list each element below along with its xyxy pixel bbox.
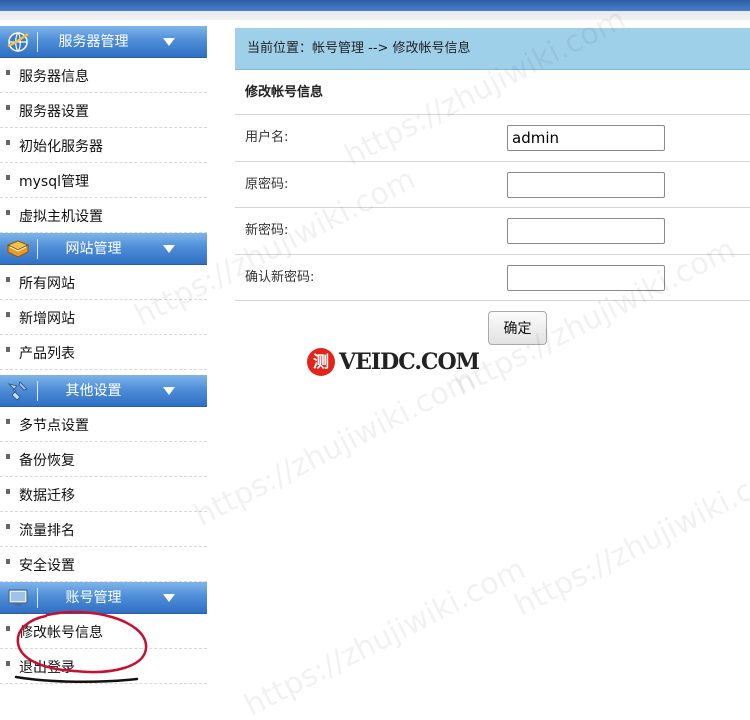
sidebar-item-label: 修改帐号信息 xyxy=(19,625,103,641)
old-password-input[interactable] xyxy=(507,171,665,198)
header-separator xyxy=(37,381,38,401)
header-separator xyxy=(37,239,38,259)
sidebar-item-label: 服务器信息 xyxy=(19,69,89,85)
username-input[interactable] xyxy=(507,125,665,151)
sidebar-item-label: 安全设置 xyxy=(19,558,75,574)
sidebar-item-label: 虚拟主机设置 xyxy=(19,209,103,225)
sidebar-item-edit-account[interactable]: 修改帐号信息 xyxy=(0,614,207,649)
sidebar-item-multi-node[interactable]: 多节点设置 xyxy=(0,407,207,442)
new-password-label: 新密码: xyxy=(245,223,289,238)
section-title: 网站管理 xyxy=(65,241,122,257)
bullet-icon xyxy=(6,559,10,564)
sidebar-item-label: 多节点设置 xyxy=(19,418,89,434)
sidebar-item-backup-restore[interactable]: 备份恢复 xyxy=(0,442,207,477)
sidebar-item-label: 产品列表 xyxy=(19,346,75,362)
bullet-icon xyxy=(6,140,10,145)
chevron-down-icon[interactable] xyxy=(163,594,175,602)
bullet-icon xyxy=(6,489,10,494)
sidebar-item-server-info[interactable]: 服务器信息 xyxy=(0,58,207,93)
sidebar-item-all-sites[interactable]: 所有网站 xyxy=(0,265,207,300)
bullet-icon xyxy=(6,454,10,459)
sidebar-item-label: 备份恢复 xyxy=(19,453,75,469)
sidebar-item-traffic-ranking[interactable]: 流量排名 xyxy=(0,512,207,547)
sidebar-item-product-list[interactable]: 产品列表 xyxy=(0,335,207,370)
section-header-other-settings[interactable]: 其他设置 xyxy=(0,375,207,407)
sidebar-item-init-server[interactable]: 初始化服务器 xyxy=(0,128,207,163)
bullet-icon xyxy=(6,524,10,529)
monitor-icon xyxy=(6,586,30,610)
confirm-password-input[interactable] xyxy=(507,264,665,291)
sidebar: 服务器管理 服务器信息 服务器设置 初始化服务器 mysql管理 虚拟主机设置 … xyxy=(0,26,207,684)
sidebar-item-label: 流量排名 xyxy=(19,523,75,539)
header-separator xyxy=(37,588,38,608)
server-globe-icon xyxy=(6,30,30,54)
sidebar-item-server-settings[interactable]: 服务器设置 xyxy=(0,93,207,128)
old-password-label: 原密码: xyxy=(245,176,289,192)
confirm-button[interactable]: 确定 xyxy=(488,311,547,345)
chevron-down-icon[interactable] xyxy=(163,245,175,253)
bullet-icon xyxy=(6,347,10,352)
form-row-username: 用户名: xyxy=(235,115,750,162)
sidebar-item-logout[interactable]: 退出登录 xyxy=(0,649,207,684)
bullet-icon xyxy=(6,70,10,75)
bullet-icon xyxy=(6,626,10,631)
section-header-server-management[interactable]: 服务器管理 xyxy=(0,26,207,58)
bullet-icon xyxy=(6,661,10,666)
sidebar-item-add-site[interactable]: 新增网站 xyxy=(0,300,207,335)
sidebar-item-mysql[interactable]: mysql管理 xyxy=(0,163,207,198)
section-header-account-management[interactable]: 账号管理 xyxy=(0,582,207,614)
chevron-down-icon[interactable] xyxy=(163,38,175,46)
header-separator xyxy=(37,32,38,52)
sidebar-item-label: 退出登录 xyxy=(19,660,75,676)
bullet-icon xyxy=(6,277,10,282)
bullet-icon xyxy=(6,175,10,180)
veidc-logo: 测 VEIDC.COM xyxy=(307,345,480,379)
sidebar-item-label: 数据迁移 xyxy=(19,488,75,504)
bullet-icon xyxy=(6,105,10,110)
form-row-confirm-password: 确认新密码: xyxy=(235,255,750,301)
new-password-input[interactable] xyxy=(507,218,665,244)
section-title: 其他设置 xyxy=(65,383,122,399)
tools-icon xyxy=(6,379,30,403)
bullet-icon xyxy=(6,312,10,317)
form-row-old-password: 原密码: xyxy=(235,162,750,208)
logo-badge: 测 xyxy=(307,348,335,376)
main-content: 当前位置：帐号管理 --> 修改帐号信息 修改帐号信息 用户名: 原密码: 新密… xyxy=(235,28,750,359)
section-title: 服务器管理 xyxy=(58,34,129,50)
chevron-down-icon[interactable] xyxy=(163,387,175,395)
form-title: 修改帐号信息 xyxy=(235,70,750,115)
top-banner-strip xyxy=(0,0,750,20)
section-title: 账号管理 xyxy=(65,590,122,606)
section-header-site-management[interactable]: 网站管理 xyxy=(0,233,207,265)
form-row-new-password: 新密码: xyxy=(235,208,750,255)
confirm-password-label: 确认新密码: xyxy=(245,269,315,285)
username-label: 用户名: xyxy=(245,130,289,145)
sidebar-item-label: 服务器设置 xyxy=(19,104,89,120)
sidebar-item-label: 新增网站 xyxy=(19,311,75,327)
sidebar-item-vhost-settings[interactable]: 虚拟主机设置 xyxy=(0,198,207,233)
sidebar-item-label: 所有网站 xyxy=(19,276,75,292)
logo-text: VEIDC.COM xyxy=(339,349,480,375)
sidebar-item-label: mysql管理 xyxy=(19,174,89,190)
book-icon xyxy=(6,237,30,261)
bullet-icon xyxy=(6,419,10,424)
watermark-text: https://zhujiwiki.com xyxy=(238,551,532,720)
breadcrumb: 当前位置：帐号管理 --> 修改帐号信息 xyxy=(235,28,750,70)
sidebar-item-security-settings[interactable]: 安全设置 xyxy=(0,547,207,582)
bullet-icon xyxy=(6,210,10,215)
sidebar-item-label: 初始化服务器 xyxy=(19,139,103,155)
sidebar-item-data-migration[interactable]: 数据迁移 xyxy=(0,477,207,512)
watermark-text: https://zhujiwiki.com xyxy=(188,361,482,534)
watermark-text: https://zhujiwiki.com xyxy=(508,451,750,624)
